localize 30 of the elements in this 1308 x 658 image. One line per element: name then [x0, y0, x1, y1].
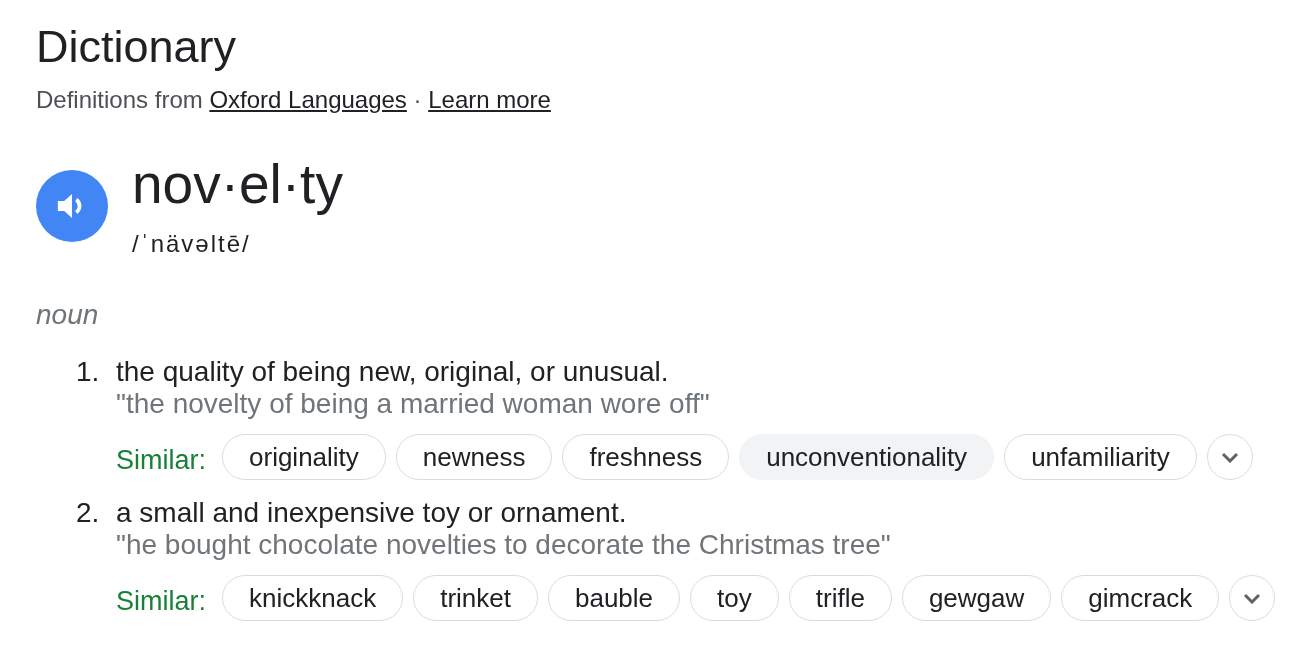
similar-word-chip[interactable]: trinket — [413, 575, 538, 621]
similar-word-chip[interactable]: unfamiliarity — [1004, 434, 1197, 480]
expand-similar-button[interactable] — [1229, 575, 1276, 621]
part-of-speech: noun — [36, 298, 99, 332]
dictionary-title: Dictionary — [36, 21, 237, 73]
chevron-down-icon — [1220, 451, 1239, 463]
similar-word-chip[interactable]: unconventionality — [739, 434, 995, 480]
definition-text: a small and inexpensive toy or ornament. — [116, 497, 627, 529]
similar-word-chip[interactable]: trifle — [788, 575, 892, 621]
chevron-down-icon — [1243, 592, 1262, 604]
similar-label: Similar: — [116, 444, 206, 476]
similar-word-chip[interactable]: toy — [690, 575, 779, 621]
oxford-languages-link[interactable]: Oxford Languages — [209, 86, 407, 113]
similar-word-chip[interactable]: knickknack — [222, 575, 404, 621]
pronunciation: /ˈnävəltē/ — [132, 229, 251, 259]
source-line: Definitions from Oxford Languages · Learn more — [36, 85, 551, 115]
example-text: "he bought chocolate novelties to decorate the Christmas tree" — [116, 529, 891, 561]
learn-more-link[interactable]: Learn more — [428, 86, 551, 113]
similar-word-chip[interactable]: newness — [395, 434, 553, 480]
similar-word-chip[interactable]: bauble — [548, 575, 681, 621]
similar-word-chip[interactable]: gewgaw — [901, 575, 1052, 621]
expand-similar-button[interactable] — [1206, 434, 1253, 480]
similar-word-chip[interactable]: gimcrack — [1061, 575, 1220, 621]
sense-number: 1. — [75, 356, 101, 389]
similar-word-chip[interactable]: freshness — [562, 434, 730, 480]
sense-number: 2. — [75, 497, 101, 530]
similar-label: Similar: — [116, 585, 206, 617]
similar-word-chip[interactable]: originality — [222, 434, 386, 480]
definition-text: the quality of being new, original, or unusual. — [116, 356, 669, 388]
example-text: "the novelty of being a married woman wore off" — [116, 388, 710, 420]
